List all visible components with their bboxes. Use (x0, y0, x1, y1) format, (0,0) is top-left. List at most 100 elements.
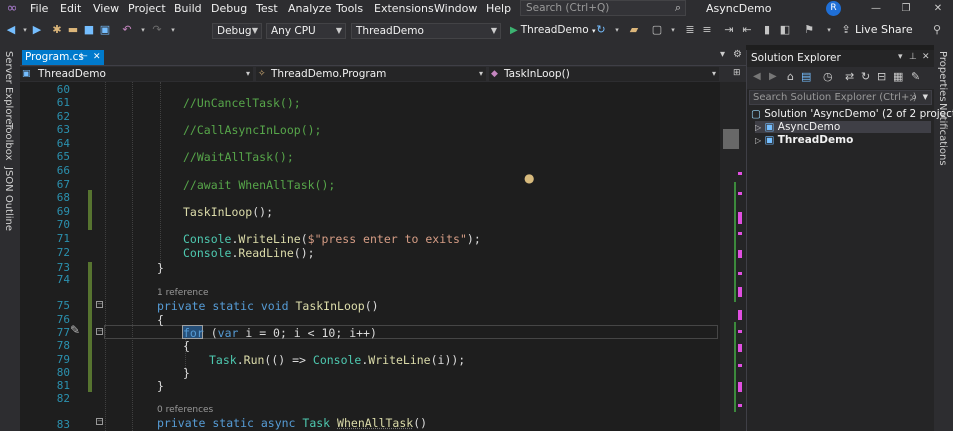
chevron-down-icon: ▼ (251, 26, 258, 35)
back-icon[interactable]: ◀ (4, 22, 18, 38)
menu-analyze[interactable]: Analyze (288, 0, 331, 17)
line-number: 67 (56, 178, 70, 191)
platform-select[interactable]: Any CPU ▼ (266, 23, 346, 39)
switch-views-icon[interactable]: ▤ (801, 70, 811, 83)
window-position-icon[interactable]: ▾ (898, 52, 903, 62)
forward-icon[interactable]: ▶ (769, 71, 777, 82)
tab-dropdown-icon[interactable]: ▾ (720, 49, 725, 60)
sync-icon[interactable]: ⇄ (845, 70, 854, 83)
solution-label: Solution 'AsyncDemo' (2 of 2 projects) (764, 108, 953, 120)
settings-gear-icon[interactable]: ⚙ (733, 49, 742, 60)
scrollbar-thumb[interactable] (723, 129, 739, 149)
pin-icon[interactable]: ⊥ (909, 52, 917, 62)
menu-debug[interactable]: Debug (211, 0, 247, 17)
toolbox-tab[interactable]: Toolbox (3, 123, 14, 161)
search-icon: ⌕ (911, 92, 917, 103)
punctuation: ); (466, 232, 481, 246)
avatar[interactable]: R (826, 1, 841, 16)
toolbar-overflow-icon[interactable]: ▾ (822, 22, 836, 38)
collapse-icon[interactable]: − (96, 301, 103, 308)
solution-search-input[interactable]: Search Solution Explorer (Ctrl+;) ⌕ ▼ (749, 90, 932, 105)
punctuation: ( (203, 326, 218, 340)
indent-icon[interactable]: ⇥ (722, 22, 736, 38)
live-share-button[interactable]: Live Share (855, 22, 913, 38)
code-editor[interactable]: − − − ✎ ● 60 61 62 63 64 65 66 67 68 69 … (20, 82, 720, 431)
startup-project-select[interactable]: ThreadDemo ▼ (351, 23, 501, 39)
chevron-right-icon[interactable]: ▷ (755, 136, 761, 145)
project-nav-select[interactable]: ▣ ThreadDemo ▾ (20, 67, 253, 81)
class-nav-select[interactable]: ✧ ThreadDemo.Program ▾ (256, 67, 486, 81)
bookmark-icon[interactable]: ▮ (760, 22, 774, 38)
new-item-icon[interactable]: ✱ (50, 22, 64, 38)
prev-bookmark-icon[interactable]: ◧ (778, 22, 792, 38)
pending-changes-icon[interactable]: ◷ (823, 70, 833, 83)
server-explorer-tab[interactable]: Server Explorer (3, 51, 14, 129)
back-icon[interactable]: ◀ (753, 71, 761, 82)
menu-tools[interactable]: Tools (336, 0, 363, 17)
app-title: AsyncDemo (706, 2, 772, 15)
line-number: 68 (56, 191, 70, 204)
menu-file[interactable]: File (30, 0, 48, 17)
tree-item-project[interactable]: ▷ ▣ AsyncDemo (755, 121, 931, 133)
minimize-icon[interactable]: — (866, 0, 886, 17)
collapse-icon[interactable]: − (96, 328, 103, 335)
refresh-icon[interactable]: ↻ (594, 22, 608, 38)
screenshot-icon[interactable]: ▢ (650, 22, 664, 38)
chevron-right-icon[interactable]: ▷ (755, 123, 761, 132)
json-outline-tab[interactable]: JSON Outline (3, 167, 14, 231)
properties-wrench-icon[interactable]: ✎ (911, 70, 920, 83)
uncomment-icon[interactable]: ≡ (700, 22, 714, 38)
menu-build[interactable]: Build (174, 0, 202, 17)
csharp-project-icon: ▣ (764, 121, 775, 133)
redo-icon[interactable]: ↷ (150, 22, 164, 38)
menu-project[interactable]: Project (128, 0, 166, 17)
menu-edit[interactable]: Edit (60, 0, 81, 17)
menu-view[interactable]: View (93, 0, 119, 17)
forward-icon[interactable]: ▶ (30, 22, 44, 38)
scroll-marker (738, 364, 742, 367)
menu-help[interactable]: Help (486, 0, 511, 17)
save-icon[interactable]: ■ (82, 22, 96, 38)
search-input[interactable]: Search (Ctrl+Q) ⌕ (520, 0, 686, 16)
redo-dropdown-icon[interactable]: ▾ (166, 22, 180, 38)
home-icon[interactable]: ⌂ (787, 70, 794, 83)
show-all-files-icon[interactable]: ▦ (893, 70, 903, 83)
restore-icon[interactable]: ❐ (896, 0, 916, 17)
feedback-icon[interactable]: ⚲ (930, 22, 944, 38)
undo-icon[interactable]: ↶ (120, 22, 134, 38)
collapse-icon[interactable]: − (96, 418, 103, 425)
comment-icon[interactable]: ≣ (683, 22, 697, 38)
editor-scrollbar[interactable] (720, 82, 746, 431)
quick-actions-brush-icon[interactable]: ✎ (70, 323, 80, 337)
refresh-dropdown-icon[interactable]: ▾ (610, 22, 624, 38)
tree-item-solution[interactable]: ▢ Solution 'AsyncDemo' (2 of 2 projects) (751, 108, 953, 120)
split-editor-icon[interactable]: ⊞ (733, 68, 741, 78)
collapse-all-icon[interactable]: ⊟ (877, 70, 886, 83)
codelens-references[interactable]: 1 reference (157, 288, 209, 298)
start-debugging-button[interactable]: ▶ ThreadDemo ▾ (510, 22, 595, 38)
pin-icon[interactable]: ⊢ (80, 50, 88, 65)
open-folder-icon[interactable]: ▬ (66, 22, 80, 38)
configuration-select[interactable]: Debug ▼ (212, 23, 262, 39)
screenshot-dropdown-icon[interactable]: ▾ (666, 22, 680, 38)
codelens-references[interactable]: 0 references (157, 405, 213, 415)
undo-dropdown-icon[interactable]: ▾ (136, 22, 150, 38)
menu-window[interactable]: Window (434, 0, 477, 17)
refresh-icon[interactable]: ↻ (861, 70, 870, 83)
menu-bar: ∞ File Edit View Project Build Debug Tes… (0, 0, 953, 17)
browser-link-icon[interactable]: ▰ (627, 22, 641, 38)
tab-program-cs[interactable]: Program.cs ⊢ ✕ (22, 50, 104, 65)
bookmark-toggle-icon[interactable]: ⚑ (802, 22, 816, 38)
close-tab-icon[interactable]: ✕ (93, 50, 101, 65)
lightbulb-icon[interactable]: ● (524, 171, 534, 185)
properties-tab[interactable]: Properties (937, 51, 948, 102)
menu-extensions[interactable]: Extensions (374, 0, 434, 17)
menu-test[interactable]: Test (256, 0, 278, 17)
outdent-icon[interactable]: ⇤ (740, 22, 754, 38)
close-icon[interactable]: ✕ (928, 0, 948, 17)
save-all-icon[interactable]: ▣ (98, 22, 112, 38)
tree-item-project[interactable]: ▷ ▣ ThreadDemo (755, 134, 853, 146)
member-nav-select[interactable]: ◆ TaskInLoop() ▾ (489, 67, 719, 81)
csharp-project-icon: ▣ (764, 134, 775, 146)
close-icon[interactable]: ✕ (922, 52, 930, 62)
